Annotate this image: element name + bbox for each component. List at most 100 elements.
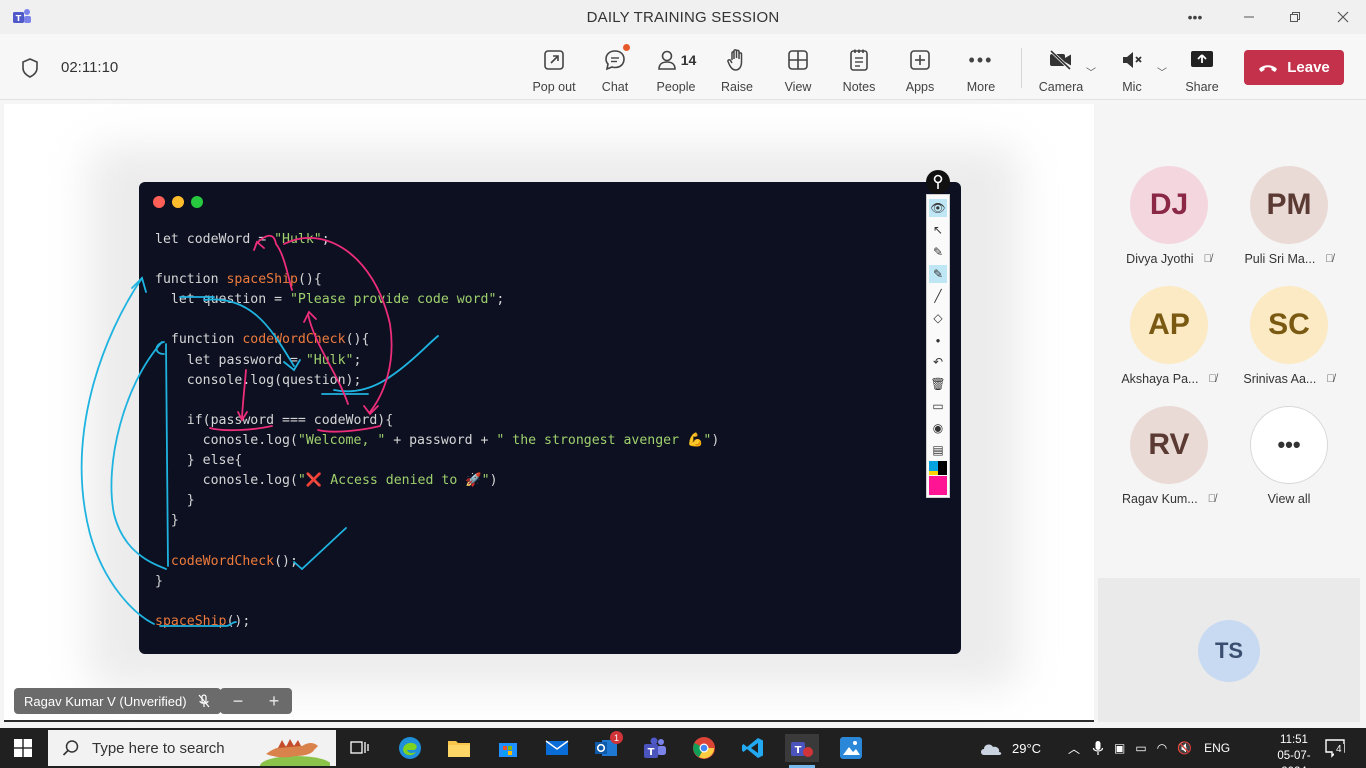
participant-tile[interactable]: AP Akshaya Pa... 🎙̸	[1114, 286, 1224, 386]
notifications-button[interactable]: 4	[1324, 738, 1346, 758]
microsoft-store-icon[interactable]	[494, 734, 522, 762]
teams-active-icon[interactable]: T	[785, 734, 819, 762]
close-icon	[1337, 11, 1349, 23]
participant-tile[interactable]: SC Srinivas Aa... 🎙̸	[1234, 286, 1344, 386]
pen-off-icon[interactable]: ✎	[929, 243, 947, 261]
notes-button[interactable]: Notes	[830, 46, 888, 94]
avatar: PM	[1250, 166, 1328, 244]
traffic-light-close	[153, 196, 165, 208]
mic-muted-icon: 🎙̸	[1208, 373, 1217, 385]
mail-icon[interactable]	[543, 734, 571, 762]
avatar: RV	[1130, 406, 1208, 484]
people-button[interactable]: 14 People	[647, 46, 705, 94]
teams-icon[interactable]: T	[641, 734, 669, 762]
selected-color-swatch[interactable]	[929, 476, 947, 495]
hang-up-icon	[1259, 64, 1278, 72]
popout-icon	[544, 50, 564, 70]
wifi-icon[interactable]: ◠	[1157, 741, 1167, 755]
code-line: console.log(question);	[155, 372, 362, 388]
camera-off-icon	[1049, 49, 1072, 71]
stage-divider	[4, 720, 1094, 722]
task-view-icon[interactable]	[346, 734, 374, 762]
raise-hand-button[interactable]: Raise	[708, 46, 766, 94]
mic-options-chevron-icon[interactable]: ﹀	[1157, 64, 1167, 79]
participant-tile[interactable]: RV Ragav Kum... 🎙̸	[1114, 406, 1224, 506]
vscode-icon[interactable]	[739, 734, 767, 762]
camera-options-chevron-icon[interactable]: ﹀	[1086, 64, 1096, 79]
trash-icon[interactable]: 🗑	[929, 375, 947, 393]
eye-icon[interactable]: 👁	[929, 199, 947, 217]
close-window-button[interactable]	[1320, 0, 1366, 34]
battery-icon[interactable]: ▭	[1135, 741, 1146, 755]
edge-browser-icon[interactable]	[396, 734, 424, 762]
chat-button[interactable]: Chat	[586, 44, 644, 94]
avatar: AP	[1130, 286, 1208, 364]
notification-count: 4	[1334, 744, 1344, 755]
view-button[interactable]: View	[769, 46, 827, 94]
meet-now-icon[interactable]: ▣	[1114, 741, 1125, 755]
taskbar-clock[interactable]: 11:51 05-07-2024	[1266, 732, 1322, 768]
traffic-light-maximize	[191, 196, 203, 208]
apps-button[interactable]: Apps	[891, 46, 949, 94]
restore-button[interactable]	[1272, 0, 1318, 34]
chrome-icon[interactable]	[690, 734, 718, 762]
code-line: let password = "Hulk";	[155, 352, 362, 368]
self-avatar: TS	[1198, 620, 1260, 682]
volume-muted-icon[interactable]: 🔇	[1177, 741, 1192, 755]
ellipsis-icon: •••	[1187, 9, 1203, 25]
zoom-in-button[interactable]: +	[269, 691, 280, 712]
weather-cloud-icon	[981, 744, 1002, 755]
share-button[interactable]: Share	[1173, 46, 1231, 94]
language-indicator[interactable]: ENG	[1204, 741, 1230, 755]
more-button[interactable]: ••• More	[952, 46, 1010, 95]
zoom-out-button[interactable]: −	[233, 691, 244, 712]
code-line: }	[155, 513, 179, 529]
popout-button[interactable]: Pop out	[525, 46, 583, 94]
title-bar: T DAILY TRAINING SESSION •••	[0, 0, 1366, 34]
camera-button[interactable]: Camera	[1032, 46, 1090, 94]
line-icon[interactable]: ╱	[929, 287, 947, 305]
pen-icon[interactable]: ✎	[929, 265, 947, 283]
mic-muted-icon: 🎙̸	[1325, 253, 1334, 265]
minimize-button[interactable]	[1226, 0, 1272, 34]
window-more-button[interactable]: •••	[1172, 0, 1218, 34]
code-line: codeWordCheck();	[170, 553, 298, 569]
traffic-light-minimize	[172, 196, 184, 208]
clipboard-icon[interactable]: ▤	[929, 441, 947, 459]
undo-icon[interactable]: ↶	[929, 353, 947, 371]
microphone-icon[interactable]	[1092, 740, 1104, 756]
mic-muted-icon: 🎙̸	[1207, 493, 1216, 505]
color-palette[interactable]	[929, 461, 947, 471]
mic-button[interactable]: Mic	[1103, 46, 1161, 94]
code-line: function spaceShip(){	[155, 272, 322, 288]
self-view: TS	[1098, 578, 1360, 722]
leave-button[interactable]: Leave	[1244, 50, 1344, 85]
weather-widget[interactable]: 29°C	[978, 728, 1041, 768]
eraser-icon[interactable]: ◇	[929, 309, 947, 327]
draw-pin-icon[interactable]	[926, 170, 950, 194]
avatar: DJ	[1130, 166, 1208, 244]
taskbar-search[interactable]: Type here to search	[48, 730, 336, 766]
minimize-icon	[1244, 16, 1254, 18]
camera-snapshot-icon[interactable]: ◉	[929, 419, 947, 437]
whiteboard-icon[interactable]: ▭	[929, 397, 947, 415]
brush-size-icon[interactable]: ●	[929, 331, 947, 349]
photos-icon[interactable]	[837, 734, 865, 762]
dinosaur-illustration-icon	[260, 739, 330, 766]
file-explorer-icon[interactable]	[445, 734, 473, 762]
windows-start-icon[interactable]	[14, 739, 32, 757]
participant-tile[interactable]: DJ Divya Jyothi 🎙̸	[1114, 166, 1224, 266]
participant-tile[interactable]: PM Puli Sri Ma... 🎙̸	[1234, 166, 1344, 266]
people-icon	[657, 50, 676, 70]
outlook-icon[interactable]: 1	[592, 731, 623, 762]
view-all-button[interactable]: ••• View all	[1234, 406, 1344, 506]
mic-muted-icon	[198, 694, 210, 708]
pointer-icon[interactable]: ↖	[929, 221, 947, 239]
chevron-up-icon[interactable]: ︿	[1068, 740, 1080, 757]
hand-icon	[727, 49, 743, 71]
chat-icon	[605, 50, 625, 71]
notes-icon	[850, 49, 868, 71]
meeting-toolbar: 02:11:10 Pop out Chat 14 People Raise Vi…	[0, 34, 1366, 100]
code-line: if(password === codeWord){	[155, 412, 394, 428]
